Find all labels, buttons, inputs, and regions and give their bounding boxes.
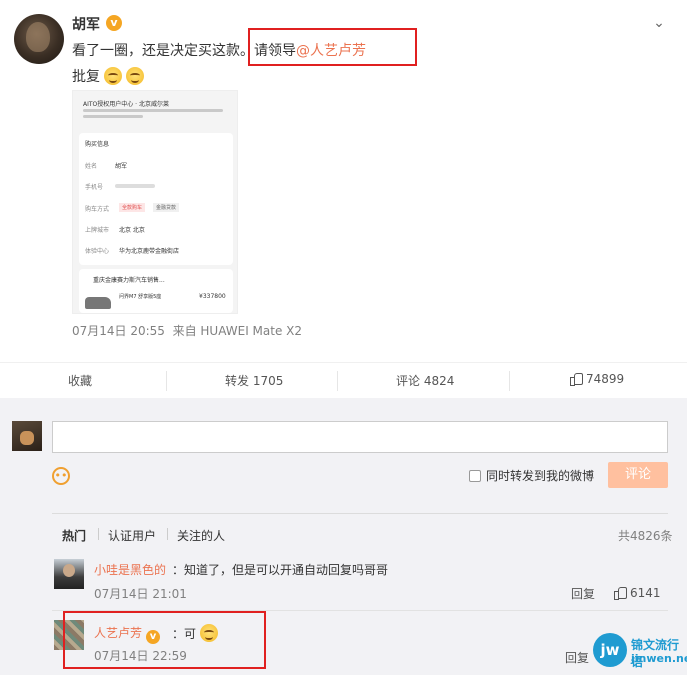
image-center-label: 体验中心 xyxy=(85,248,110,255)
comment-like-button[interactable]: 6141 xyxy=(614,586,661,600)
post-text-approve: 批复 xyxy=(72,69,100,85)
like-button[interactable]: 74899 xyxy=(570,372,624,386)
image-city-label: 上牌城市 xyxy=(85,227,110,234)
author-avatar[interactable] xyxy=(14,14,64,64)
action-divider xyxy=(337,371,338,391)
highlight-box xyxy=(248,28,417,66)
laugh-emoji-icon xyxy=(126,67,144,85)
image-name-label: 姓名 xyxy=(85,163,98,170)
comment-text: ：知道了，但是可以开通自动回复吗哥哥 xyxy=(172,563,389,577)
tab-verified[interactable]: 认证用户 xyxy=(108,527,156,544)
car-thumbnail xyxy=(85,297,111,309)
watermark-en: jinwen.net xyxy=(631,652,687,665)
comment-button[interactable]: 评论 4824 xyxy=(396,372,454,389)
image-phone-label: 手机号 xyxy=(85,184,104,191)
watermark-logo: jw xyxy=(593,633,627,667)
post-image[interactable]: AITO授权用户中心 · 北京威尔莱 购买信息 姓名 胡军 手机号 购车方式 全… xyxy=(72,90,238,314)
action-divider xyxy=(166,371,167,391)
image-center-value: 华为北京鹿带金融街店 xyxy=(119,248,180,255)
chevron-down-icon[interactable]: ⌄ xyxy=(650,14,668,32)
also-repost-label[interactable]: 同时转发到我的微博 xyxy=(486,467,594,484)
tab-separator xyxy=(167,528,168,540)
also-repost-checkbox[interactable] xyxy=(469,470,481,482)
post-text-main: 看了一圈，还是决定买这款。 xyxy=(72,43,254,59)
author-name[interactable]: 胡军 xyxy=(72,14,100,34)
image-title: AITO授权用户中心 · 北京威尔莱 xyxy=(83,101,169,108)
image-car-name: 问界M7 舒享版5座 xyxy=(119,294,162,300)
commenter-avatar[interactable] xyxy=(54,559,84,589)
my-avatar[interactable] xyxy=(12,421,42,451)
comment-total: 共4826条 xyxy=(618,529,673,543)
image-pay-opt1: 全款购车 xyxy=(119,203,146,212)
post-source: 来自 HUAWEI Mate X2 xyxy=(172,324,303,338)
reply-button[interactable]: 回复 xyxy=(565,649,589,666)
thumbs-up-icon xyxy=(570,372,583,386)
image-pay-label: 购车方式 xyxy=(85,206,110,213)
tabs-divider xyxy=(52,513,668,514)
post-text-line2: 批复 xyxy=(72,66,144,86)
emoji-picker-icon[interactable]: •• xyxy=(52,467,70,485)
post-meta: 07月14日 20:55 来自 HUAWEI Mate X2 xyxy=(72,322,302,339)
image-name-value: 胡军 xyxy=(115,163,128,170)
tab-following[interactable]: 关注的人 xyxy=(177,527,225,544)
comment-input[interactable] xyxy=(52,421,668,453)
post-timestamp[interactable]: 07月14日 20:55 xyxy=(72,324,165,338)
image-section: 购买信息 xyxy=(85,141,110,148)
commenter-name[interactable]: 小哇是黑色的 xyxy=(94,561,166,578)
image-pay-opt2: 金融贷款 xyxy=(153,203,180,212)
reply-button[interactable]: 回复 xyxy=(571,585,595,602)
repost-button[interactable]: 转发 1705 xyxy=(225,372,283,389)
collect-button[interactable]: 收藏 xyxy=(68,372,92,389)
tab-hot[interactable]: 热门 xyxy=(62,527,86,544)
tab-separator xyxy=(98,528,99,540)
image-city-value: 北京 北京 xyxy=(119,227,145,234)
like-count: 74899 xyxy=(586,372,625,386)
action-bar: 收藏 转发 1705 评论 4824 74899 xyxy=(0,362,687,396)
submit-comment-button[interactable]: 评论 xyxy=(608,462,668,488)
action-divider xyxy=(509,371,510,391)
verified-badge-icon: v xyxy=(106,15,122,31)
comment-like-count: 6141 xyxy=(630,586,661,600)
thumbs-up-icon xyxy=(614,586,627,600)
comment-time[interactable]: 07月14日 21:01 xyxy=(94,585,187,602)
highlight-box xyxy=(63,611,266,669)
image-car-title: 重庆金康赛力斯汽车销售... xyxy=(93,277,165,284)
smile-emoji-icon xyxy=(104,67,122,85)
image-price: ¥337800 xyxy=(199,293,226,300)
